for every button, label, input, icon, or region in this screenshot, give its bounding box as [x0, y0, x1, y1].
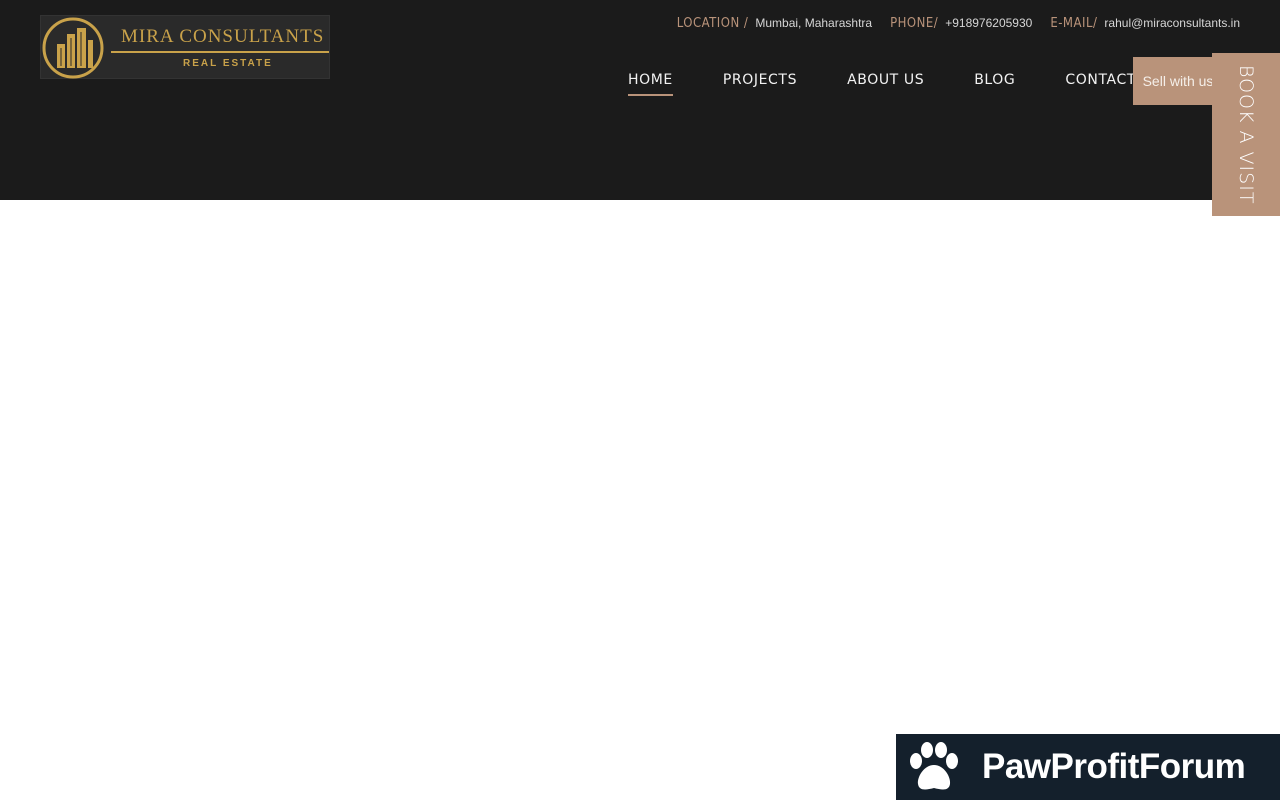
sell-with-us-button[interactable]: Sell with us [1133, 57, 1223, 105]
nav-home[interactable]: HOME [628, 72, 673, 96]
location-info: LOCATION / Mumbai, Maharashtra [677, 16, 872, 31]
nav-about-us[interactable]: ABOUT US [847, 72, 924, 96]
location-value: Mumbai, Maharashtra [755, 16, 873, 30]
email-link[interactable]: rahul@miraconsultants.in [1104, 16, 1240, 30]
contact-bar: LOCATION / Mumbai, Maharashtra PHONE/ +9… [659, 16, 1240, 31]
logo-subtitle: REAL ESTATE [183, 58, 273, 69]
nav-blog[interactable]: BLOG [974, 72, 1015, 96]
nav-contact[interactable]: CONTACT [1065, 72, 1136, 96]
phone-link[interactable]: +918976205930 [945, 16, 1032, 30]
book-a-visit-label: BOOK A VISIT [1235, 64, 1257, 205]
logo-divider [111, 51, 329, 53]
location-label: LOCATION / [676, 16, 749, 31]
email-label: E-MAIL/ [1050, 16, 1098, 31]
nav-projects[interactable]: PROJECTS [723, 72, 797, 96]
paw-icon [910, 742, 958, 790]
phone-info: PHONE/ +918976205930 [890, 16, 1032, 31]
logo[interactable]: MIRA CONSULTANTS REAL ESTATE [40, 15, 330, 79]
building-logo-icon [42, 17, 104, 79]
pawprofitforum-badge[interactable]: PawProfitForum [896, 734, 1280, 800]
phone-label: PHONE/ [890, 16, 939, 31]
email-info: E-MAIL/ rahul@miraconsultants.in [1050, 16, 1240, 31]
badge-text: PawProfitForum [982, 747, 1246, 786]
logo-name: MIRA CONSULTANTS [121, 26, 325, 47]
main-nav: HOME PROJECTS ABOUT US BLOG CONTACT [628, 72, 1186, 96]
book-a-visit-tab[interactable]: BOOK A VISIT [1212, 53, 1280, 216]
site-header: MIRA CONSULTANTS REAL ESTATE LOCATION / … [0, 0, 1280, 200]
